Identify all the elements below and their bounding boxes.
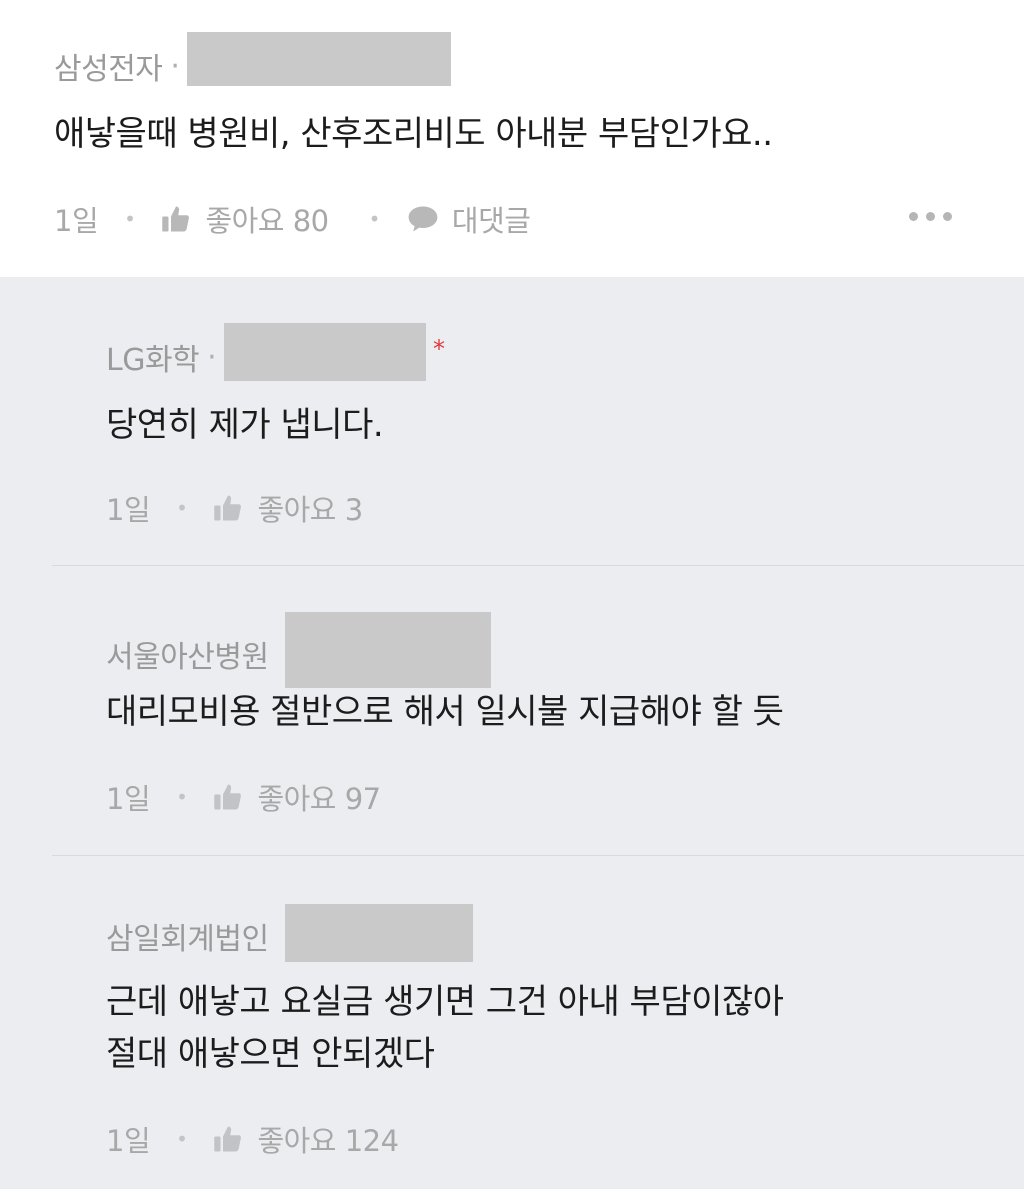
reply-text: 당연히 제가 냅니다. (106, 405, 384, 445)
comment-time: 1일 (54, 204, 99, 238)
reply-text-line: 절대 애낳으면 안되겠다 (106, 1034, 435, 1074)
reply-time: 1일 (106, 782, 151, 816)
redacted-nickname (284, 612, 491, 688)
like-button[interactable]: 좋아요 3 (213, 487, 363, 529)
comment-author: 삼성전자 · (54, 32, 452, 88)
speech-bubble-icon (408, 206, 438, 232)
author-separator: · (170, 48, 180, 84)
meta-separator: • (124, 207, 136, 231)
author-company: 서울아산병원 (106, 640, 269, 675)
redacted-nickname (284, 904, 473, 962)
like-button[interactable]: 좋아요 80 (161, 198, 329, 240)
like-count: 좋아요 80 (205, 204, 329, 238)
reply-divider (52, 855, 1024, 856)
like-button[interactable]: 좋아요 124 (213, 1118, 399, 1160)
reply-time: 1일 (106, 1124, 151, 1158)
thumbs-up-icon (214, 495, 242, 521)
meta-separator: • (176, 1127, 188, 1151)
like-count: 좋아요 97 (257, 782, 381, 816)
reply-meta: 1일 • 좋아요 3 (106, 487, 377, 529)
reply-author: 삼일회계법인 (106, 904, 473, 962)
replies-section: LG화학 · * 당연히 제가 냅니다. 1일 • 좋아요 3 서울아산병원 대… (0, 277, 1024, 1189)
dot (909, 211, 918, 221)
main-comment: 삼성전자 · 애낳을때 병원비, 산후조리비도 아내분 부담인가요.. 1일 •… (0, 0, 1024, 277)
thumbs-up-icon (214, 784, 242, 810)
meta-separator: • (368, 207, 381, 231)
reply-author: LG화학 · (106, 323, 427, 381)
reply-time: 1일 (106, 493, 151, 527)
author-company: 삼성전자 (54, 52, 163, 87)
reply-author: 서울아산병원 (106, 612, 491, 688)
comment-meta: 1일 • 좋아요 80 • 대댓글 (54, 198, 531, 240)
reply-meta: 1일 • 좋아요 97 (106, 776, 395, 818)
comment-text: 애낳을때 병원비, 산후조리비도 아내분 부담인가요.. (54, 114, 773, 154)
reply-button[interactable]: 대댓글 (406, 198, 531, 240)
like-button[interactable]: 좋아요 97 (213, 776, 381, 818)
redacted-nickname (224, 323, 427, 381)
reply-meta: 1일 • 좋아요 124 (106, 1118, 413, 1160)
meta-separator: • (176, 496, 188, 520)
like-count: 좋아요 3 (257, 493, 363, 527)
author-separator: · (207, 339, 217, 375)
author-company: LG화학 (106, 343, 200, 378)
dot (926, 211, 935, 221)
author-company: 삼일회계법인 (106, 922, 269, 957)
more-dots-icon[interactable] (909, 200, 952, 232)
reply-text-line: 근데 애낳고 요실금 생기면 그건 아내 부담이잖아 (106, 982, 784, 1022)
redacted-nickname (187, 32, 452, 86)
like-count: 좋아요 124 (257, 1124, 399, 1158)
thumbs-up-icon (214, 1126, 242, 1152)
thumbs-up-icon (162, 206, 190, 232)
dot (943, 211, 952, 221)
meta-separator: • (176, 785, 188, 809)
reply-divider (52, 565, 1024, 566)
author-marker: * (433, 335, 445, 363)
reply-text: 대리모비용 절반으로 해서 일시불 지급해야 할 듯 (106, 692, 784, 732)
comment-thread: 삼성전자 · 애낳을때 병원비, 산후조리비도 아내분 부담인가요.. 1일 •… (0, 0, 1024, 1189)
reply-label: 대댓글 (451, 204, 531, 238)
